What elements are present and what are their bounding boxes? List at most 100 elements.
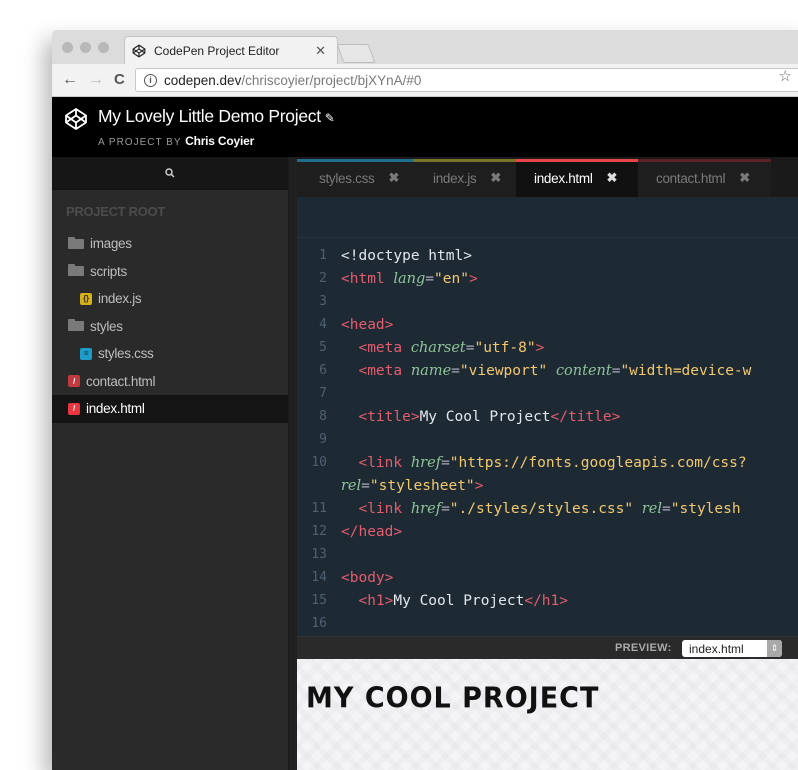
address-toolbar: ← → C i codepen.dev/chriscoyier/project/… [52, 64, 798, 97]
minimize-window-button[interactable] [80, 42, 91, 53]
js-file-icon: {} [80, 292, 92, 305]
sidebar-item-contact-html[interactable]: / contact.html [52, 368, 288, 396]
byline-prefix: A PROJECT BY [98, 137, 182, 148]
line-number: 13 [311, 547, 327, 562]
tab-styles-css[interactable]: styles.css ✖ [297, 159, 413, 197]
bookmark-star-icon[interactable]: ☆ [779, 67, 792, 85]
info-icon[interactable]: i [144, 73, 157, 87]
url-input[interactable]: i codepen.dev/chriscoyier/project/bjXYnA… [135, 68, 798, 92]
forward-icon[interactable]: → [88, 71, 104, 89]
tree-item-label: styles.css [98, 346, 154, 362]
code-line: 15 <h1> My Cool Project </h1> [297, 589, 798, 612]
close-tab-icon[interactable]: ✖ [607, 170, 618, 186]
close-tab-icon[interactable]: ✖ [739, 170, 750, 186]
close-tab-icon[interactable]: ✖ [389, 170, 400, 186]
line-number: 3 [319, 294, 327, 309]
code-line: 3 [297, 290, 798, 313]
code-line: 8 <title> My Cool Project </title> [297, 405, 798, 428]
line-number: 15 [311, 593, 327, 608]
line-number: 16 [311, 616, 327, 631]
tab-label: styles.css [319, 170, 375, 186]
tab-color-bar [516, 159, 638, 162]
html-file-icon: / [68, 375, 80, 388]
preview-heading: MY COOL PROJECT [306, 682, 600, 715]
tab-color-bar [638, 159, 771, 162]
tree-item-label: scripts [90, 263, 127, 279]
tab-index-html[interactable]: index.html ✖ [516, 159, 638, 197]
line-number: 11 [311, 501, 327, 516]
code-editor: styles.css ✖ index.js ✖ index.html ✖ contac… [297, 157, 798, 636]
line-number: 8 [319, 409, 327, 424]
tab-color-bar [413, 159, 516, 162]
url-host: codepen.dev [164, 72, 242, 88]
line-number: 4 [319, 317, 327, 332]
tab-color-bar [297, 159, 413, 162]
project-header: My Lovely Little Demo Project ✎ A PROJECT… [52, 97, 798, 157]
close-window-button[interactable] [62, 42, 73, 53]
sidebar-item-index-js[interactable]: {} index.js [52, 285, 288, 313]
browser-tab-bar: CodePen Project Editor ✕ [52, 30, 798, 65]
line-number: 7 [319, 386, 327, 401]
code-line: 1 <!doctype html> [297, 244, 798, 267]
project-byline: A PROJECT BY Chris Coyier [98, 134, 254, 148]
window-controls [62, 42, 109, 53]
preview-pane[interactable]: MY COOL PROJECT [297, 659, 798, 770]
project-title-text: My Lovely Little Demo Project [98, 106, 321, 126]
url-path: /chriscoyier/project/bjXYnA/#0 [241, 72, 422, 88]
reload-icon[interactable]: C [114, 71, 125, 88]
search-icon [165, 168, 175, 178]
tree-item-label: images [90, 236, 132, 252]
author-link[interactable]: Chris Coyier [185, 134, 254, 148]
code-line: 11 <link href = "./styles/styles.css" rel =… [297, 497, 798, 520]
code-line: 6 <meta name = "viewport" content = "width=d… [297, 359, 798, 382]
sidebar-item-styles[interactable]: styles [52, 313, 288, 341]
back-icon[interactable]: ← [62, 71, 78, 89]
sidebar-item-images[interactable]: images [52, 230, 288, 258]
codepen-logo-icon [132, 44, 146, 57]
edit-pencil-icon[interactable]: ✎ [325, 111, 335, 125]
preview-selected-file: index.html [689, 641, 744, 656]
code-line: 7 [297, 382, 798, 405]
tab-label: index.js [433, 170, 477, 186]
code-line: 14 <body> [297, 566, 798, 589]
codepen-logo-icon[interactable] [64, 107, 88, 131]
tree-item-label: contact.html [86, 373, 156, 389]
close-tab-icon[interactable]: ✖ [490, 170, 501, 186]
code-line: 5 <meta charset = "utf-8" > [297, 336, 798, 359]
folder-icon [68, 319, 84, 332]
line-number: 9 [319, 432, 327, 447]
sidebar-item-scripts[interactable]: scripts [52, 258, 288, 286]
code-line: 4 <head> [297, 313, 798, 336]
code-line: 16 [297, 612, 798, 635]
line-number: 6 [319, 363, 327, 378]
tree-item-label: index.html [86, 401, 145, 417]
tab-index-js[interactable]: index.js ✖ [413, 159, 516, 197]
new-tab-button[interactable] [336, 44, 376, 63]
css-file-icon: = [80, 347, 92, 360]
line-number: 14 [311, 570, 327, 585]
preview-file-select[interactable]: index.html ⇕ [682, 640, 782, 657]
tab-contact-html[interactable]: contact.html ✖ [638, 159, 771, 197]
tree-item-label: index.js [98, 291, 142, 307]
editor-tabs: styles.css ✖ index.js ✖ index.html ✖ contac… [297, 157, 798, 197]
project-title[interactable]: My Lovely Little Demo Project ✎ [98, 106, 335, 127]
line-number: 12 [311, 524, 327, 539]
browser-tab[interactable]: CodePen Project Editor ✕ [130, 37, 330, 64]
line-number: 10 [311, 455, 327, 470]
code-area[interactable]: 1 <!doctype html> 2 <html lang = "en" > 3 4 <h… [297, 238, 798, 635]
sidebar-item-index-html[interactable]: / index.html [52, 395, 288, 423]
select-arrows-icon: ⇕ [767, 640, 782, 657]
maximize-window-button[interactable] [98, 42, 109, 53]
line-number: 1 [319, 248, 327, 263]
line-number: 5 [319, 340, 327, 355]
sidebar-item-styles-css[interactable]: = styles.css [52, 340, 288, 368]
browser-window: CodePen Project Editor ✕ ← → C i codepen… [52, 30, 798, 770]
close-tab-icon[interactable]: ✕ [315, 43, 326, 59]
sidebar-search-button[interactable] [52, 157, 288, 190]
tab-label: index.html [534, 170, 593, 186]
preview-toolbar: PREVIEW: index.html ⇕ [297, 636, 798, 660]
tree-item-label: styles [90, 318, 123, 334]
code-line: 2 <html lang = "en" > [297, 267, 798, 290]
project-root-label: PROJECT ROOT [66, 204, 165, 219]
folder-icon [68, 264, 84, 277]
